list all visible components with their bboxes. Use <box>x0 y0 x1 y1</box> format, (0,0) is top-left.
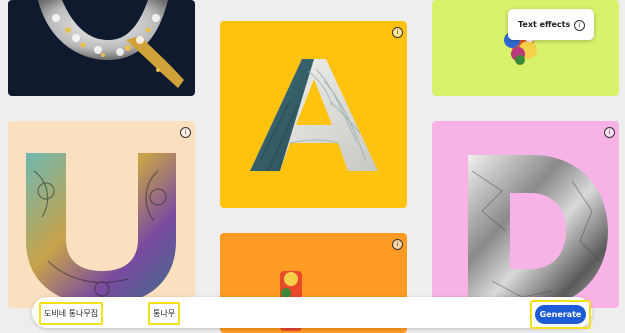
effect-tile-a[interactable]: i <box>220 21 407 208</box>
u-letter-art <box>26 153 176 305</box>
generate-button[interactable]: Generate <box>535 305 586 324</box>
info-icon[interactable]: i <box>574 20 585 31</box>
d-letter-art <box>468 155 608 307</box>
a-letter-art <box>250 59 378 172</box>
text-effects-popup: Text effects i <box>508 9 594 40</box>
effect-tile-d[interactable]: i <box>432 121 619 308</box>
info-icon[interactable]: i <box>180 127 191 138</box>
info-icon[interactable]: i <box>392 27 403 38</box>
popup-title: Text effects <box>518 20 571 29</box>
generate-highlight: Generate <box>530 300 591 329</box>
prompt-bar: 도비네 통나무집 통나무 Generate <box>32 297 592 329</box>
effect-tile-q[interactable] <box>8 0 195 96</box>
effect-tile-u[interactable]: i <box>8 121 195 308</box>
q-letter-art <box>38 0 184 88</box>
info-icon[interactable]: i <box>604 127 615 138</box>
info-icon[interactable]: i <box>392 239 403 250</box>
prompt-text-chip[interactable]: 도비네 통나무집 <box>39 302 104 325</box>
style-text-chip[interactable]: 통나무 <box>148 302 181 325</box>
